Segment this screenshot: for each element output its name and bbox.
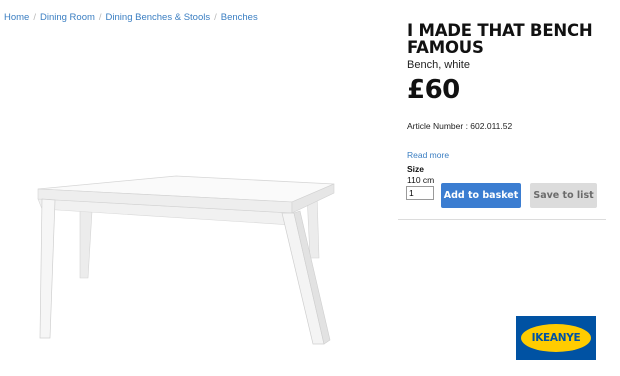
save-to-list-button[interactable]: Save to list xyxy=(530,183,597,208)
product-price: £60 xyxy=(407,75,460,105)
breadcrumb-separator: / xyxy=(33,12,36,23)
breadcrumb-separator: / xyxy=(214,12,217,23)
breadcrumb-dining-room[interactable]: Dining Room xyxy=(40,12,95,23)
bench-leg-front-left xyxy=(39,198,56,339)
product-subtitle: Bench, white xyxy=(407,59,470,71)
article-number: Article Number : 602.011.52 xyxy=(407,121,513,131)
breadcrumb-separator: / xyxy=(98,12,102,23)
product-image xyxy=(37,175,335,345)
size-label: Size xyxy=(407,164,425,174)
product-title-line2: FAMOUS xyxy=(407,38,484,57)
read-more-link[interactable]: Read more xyxy=(407,150,612,160)
breadcrumb-benches[interactable]: Benches xyxy=(221,12,258,23)
product-title: I MADE THAT BENCH FAMOUS xyxy=(407,22,612,56)
brand-logo: IKEANYE xyxy=(516,316,596,360)
breadcrumb: Home / Dining Room / Dining Benches & Stools… xyxy=(4,12,258,23)
logo-text: IKEANYE xyxy=(531,332,581,344)
add-to-basket-button[interactable]: Add to basket xyxy=(441,183,521,208)
product-info: I MADE THAT BENCH FAMOUS Bench, white £6… xyxy=(407,22,612,185)
quantity-input[interactable] xyxy=(406,186,434,200)
breadcrumb-home[interactable]: Home xyxy=(4,12,29,23)
divider xyxy=(398,219,606,220)
logo-oval: IKEANYE xyxy=(521,324,591,352)
bench-leg-back-left xyxy=(79,210,93,279)
breadcrumb-dining-benches-stools[interactable]: Dining Benches & Stools xyxy=(106,12,211,23)
